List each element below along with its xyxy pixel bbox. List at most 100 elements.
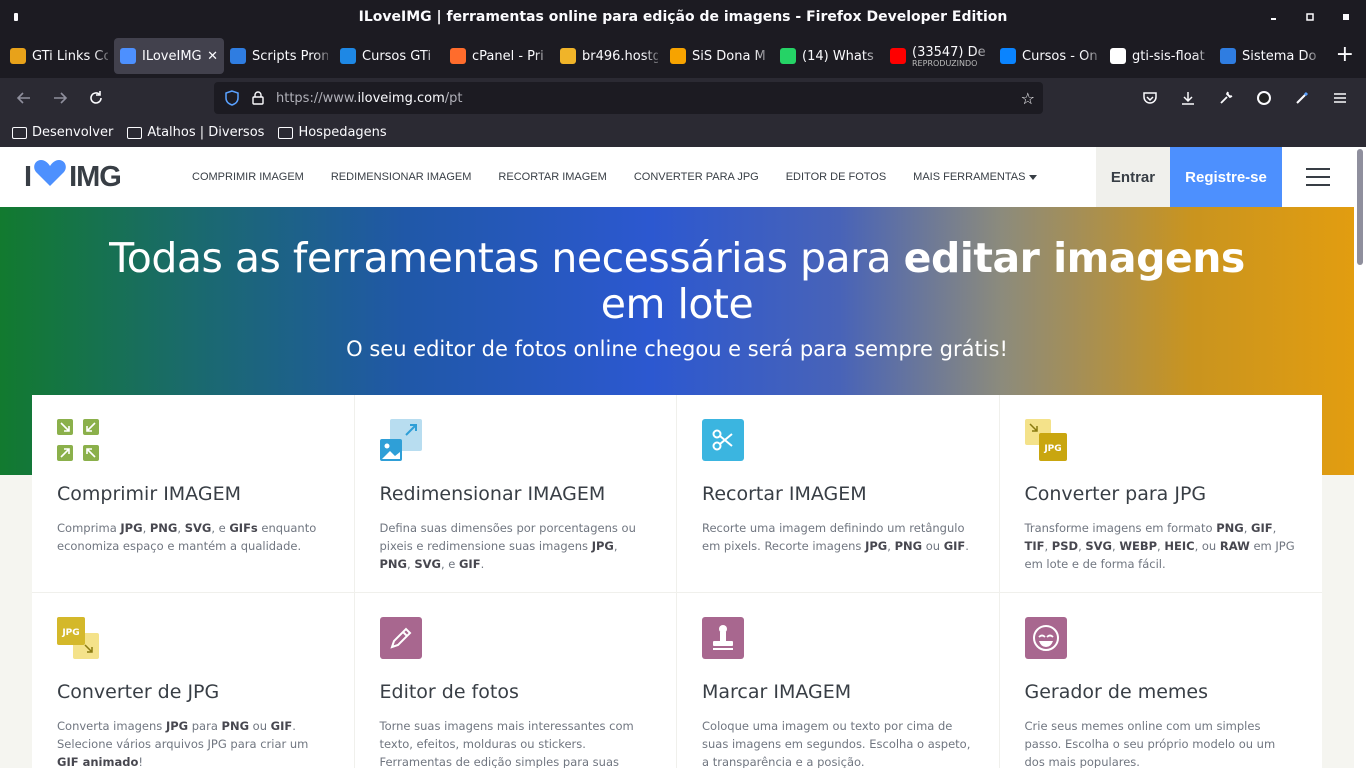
downloads-icon[interactable] <box>1170 80 1206 116</box>
hero-title-bold: editar imagens <box>903 234 1246 282</box>
url-prefix: https://www. <box>276 90 358 106</box>
tab-label: (33547) De REPRODUZINDO <box>912 45 988 68</box>
folder-icon <box>278 126 294 139</box>
format-highlight: PSD <box>1051 539 1079 553</box>
close-window-icon[interactable] <box>1340 11 1352 23</box>
reload-icon[interactable] <box>78 80 114 116</box>
description-text: , <box>1243 521 1251 535</box>
iloveimg-logo[interactable]: I IMG <box>24 160 122 193</box>
scrollbar-thumb[interactable] <box>1357 149 1363 265</box>
tab-label: GTi Links Co <box>32 49 108 64</box>
tool-card-meme[interactable]: Gerador de memes Crie seus memes online c… <box>1000 593 1323 768</box>
hero-title-part1: Todas as ferramentas necessárias para <box>109 234 904 282</box>
tool-description: Converta imagens JPG para PNG ou GIF. Se… <box>57 717 330 768</box>
description-text: Converta imagens <box>57 719 166 733</box>
bookmark-folder-desenvolver[interactable]: Desenvolver <box>12 125 113 140</box>
main-menu: COMPRIMIR IMAGEM REDIMENSIONAR IMAGEM RE… <box>192 147 1038 207</box>
app-menu-icon[interactable] <box>1322 80 1358 116</box>
resize-icon <box>379 419 422 461</box>
menu-crop[interactable]: RECORTAR IMAGEM <box>498 171 606 183</box>
tool-card-convert-to-jpg[interactable]: JPG Converter para JPG Transforme imagens … <box>999 395 1322 593</box>
window-title: ILoveIMG | ferramentas online para ediçã… <box>358 9 1008 25</box>
hero-subtitle: O seu editor de fotos online chegou e se… <box>346 337 1008 361</box>
tab-6[interactable]: SiS Dona M <box>664 38 774 74</box>
tool-title: Recortar IMAGEM <box>702 483 867 505</box>
tab-label-text: SiS Dona M <box>692 48 766 64</box>
pocket-icon[interactable] <box>1132 80 1168 116</box>
page-content: I IMG COMPRIMIR IMAGEM REDIMENSIONAR IMA… <box>0 147 1366 768</box>
description-text: ou <box>249 719 271 733</box>
lock-icon[interactable] <box>250 90 266 106</box>
tab-favicon-icon <box>560 48 576 64</box>
menu-convert-to-jpg[interactable]: CONVERTER PARA JPG <box>634 171 759 183</box>
format-highlight: GIF animado <box>57 755 139 768</box>
tool-title: Converter de JPG <box>57 681 220 703</box>
tab-3[interactable]: Cursos GTi <box>334 38 444 74</box>
extension-icon[interactable] <box>1246 80 1282 116</box>
shield-icon[interactable] <box>224 90 240 106</box>
format-highlight: WEBP <box>1119 539 1158 553</box>
format-highlight: JPG <box>591 539 614 553</box>
tool-card-photo-editor[interactable]: Editor de fotos Torne suas imagens mais i… <box>355 593 677 768</box>
tab-9[interactable]: Cursos - On <box>994 38 1104 74</box>
menu-resize[interactable]: REDIMENSIONAR IMAGEM <box>331 171 472 183</box>
color-picker-icon[interactable] <box>1284 80 1320 116</box>
format-highlight: GIF <box>943 539 966 553</box>
forward-icon[interactable] <box>42 80 78 116</box>
menu-more-tools[interactable]: MAIS FERRAMENTAS <box>913 171 1038 183</box>
format-highlight: GIFs <box>229 521 258 535</box>
tool-card-compress[interactable]: Comprimir IMAGEM Comprima JPG, PNG, SVG, … <box>32 395 355 593</box>
tab-1[interactable]: ILoveIMG ✕ <box>114 38 224 74</box>
tab-11[interactable]: Sistema Do <box>1214 38 1324 74</box>
description-text: , <box>142 521 150 535</box>
tab-10[interactable]: gti-sis-float <box>1104 38 1214 74</box>
meme-icon <box>1024 617 1067 659</box>
convert-from-jpg-icon: JPG <box>57 617 99 659</box>
bookmark-star-icon[interactable]: ☆ <box>1021 89 1035 108</box>
tab-label: gti-sis-float <box>1132 49 1208 64</box>
tab-sublabel: REPRODUZINDO <box>912 58 978 68</box>
window-menu-icon[interactable] <box>14 10 18 24</box>
menu-compress[interactable]: COMPRIMIR IMAGEM <box>192 171 304 183</box>
tool-card-convert-from-jpg[interactable]: JPG Converter de JPG Converta imagens JPG … <box>32 593 355 768</box>
maximize-icon[interactable] <box>1304 11 1316 23</box>
tab-favicon-icon <box>120 48 136 64</box>
tab-0[interactable]: GTi Links Co <box>4 38 114 74</box>
wrench-icon[interactable] <box>1208 80 1244 116</box>
url-bar[interactable]: https://www. iloveimg.com/pt ☆ <box>214 82 1043 114</box>
new-tab-icon[interactable]: + <box>1336 44 1354 66</box>
tool-title: Marcar IMAGEM <box>702 681 852 703</box>
bookmark-label: Desenvolver <box>32 125 114 140</box>
tab-7[interactable]: (14) Whats <box>774 38 884 74</box>
bookmark-folder-hospedagens[interactable]: Hospedagens <box>278 125 387 140</box>
url-host: iloveimg.com <box>357 90 445 106</box>
tab-close-icon[interactable]: ✕ <box>207 49 218 64</box>
tool-card-crop[interactable]: Recortar IMAGEM Recorte uma imagem defini… <box>677 395 1000 593</box>
menu-photo-editor[interactable]: EDITOR DE FOTOS <box>786 171 886 183</box>
format-highlight: GIF <box>1251 521 1273 535</box>
login-button[interactable]: Entrar <box>1096 147 1170 207</box>
description-text: , <box>887 539 895 553</box>
tab-4[interactable]: cPanel - Pri <box>444 38 554 74</box>
page-scrollbar[interactable] <box>1354 147 1366 768</box>
tab-label-text: Scripts Pron <box>252 48 328 64</box>
tool-description: Transforme imagens em formato PNG, GIF , … <box>1025 519 1299 573</box>
url-path: /pt <box>444 90 463 106</box>
tab-label-text: br496.hostg <box>582 48 658 64</box>
tab-label: br496.hostg <box>582 49 658 64</box>
back-icon[interactable] <box>6 80 42 116</box>
bookmarks-bar: Desenvolver Atalhos | Diversos Hospedage… <box>0 118 1366 147</box>
tool-description: Recorte uma imagem definindo um retângul… <box>702 519 975 555</box>
bookmark-folder-atalhos[interactable]: Atalhos | Diversos <box>127 125 264 140</box>
tab-label-text: Sistema Do <box>1242 48 1317 64</box>
format-highlight: JPG <box>120 521 143 535</box>
tool-card-watermark[interactable]: Marcar IMAGEM Coloque uma imagem ou texto… <box>677 593 1000 768</box>
tab-2[interactable]: Scripts Pron <box>224 38 334 74</box>
hamburger-menu-icon[interactable] <box>1306 168 1330 186</box>
tool-card-resize[interactable]: Redimensionar IMAGEM Defina suas dimensõe… <box>354 395 677 593</box>
signup-button[interactable]: Registre-se <box>1170 147 1282 207</box>
minimize-icon[interactable] <box>1268 11 1280 23</box>
tab-5[interactable]: br496.hostg <box>554 38 664 74</box>
tab-8[interactable]: (33547) De REPRODUZINDO <box>884 38 994 74</box>
format-highlight: PNG <box>221 719 250 733</box>
